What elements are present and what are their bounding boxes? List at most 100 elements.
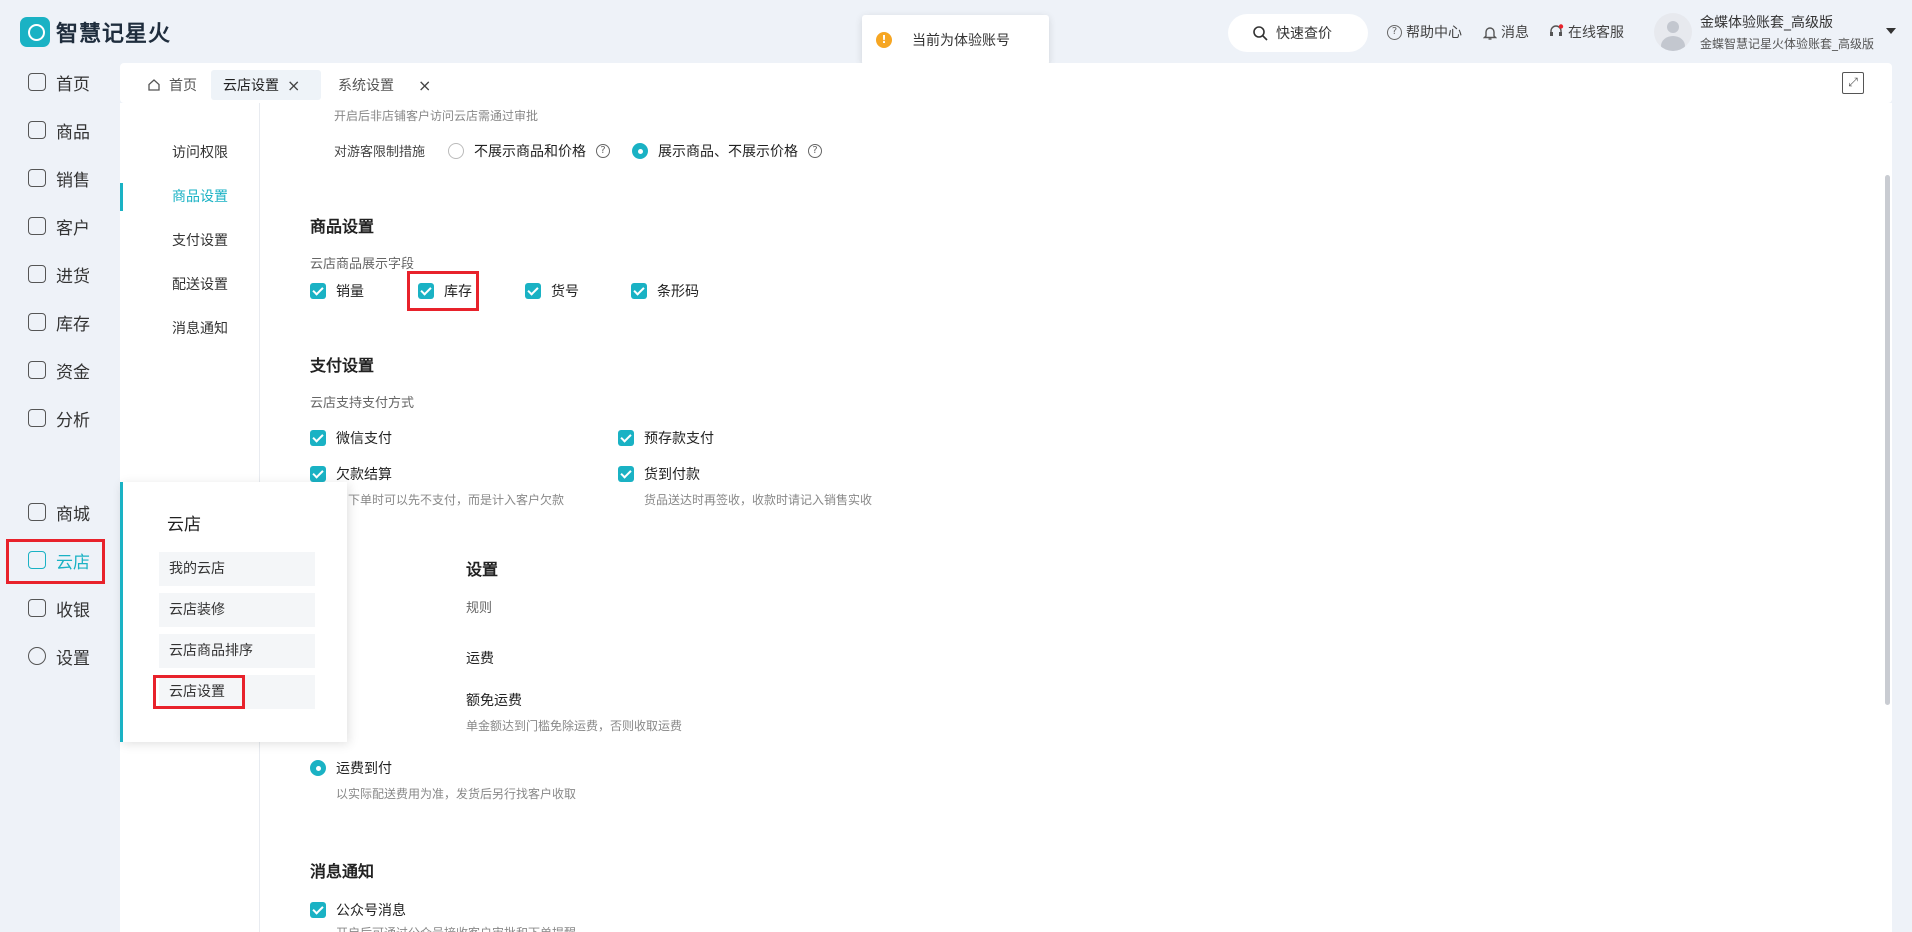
nav-item-home[interactable]: 首页 bbox=[8, 62, 104, 102]
tab-cloud-store-settings[interactable]: 云店设置 × bbox=[211, 70, 321, 100]
option-label: 条形码 bbox=[657, 284, 699, 300]
tab-label: 系统设置 bbox=[338, 78, 394, 94]
nav-label: 商城 bbox=[56, 504, 90, 525]
subnav-item-payment[interactable]: 支付设置 bbox=[120, 227, 260, 255]
nav-item-cashier[interactable]: 收银 bbox=[8, 588, 104, 628]
nav-label: 收银 bbox=[56, 600, 90, 621]
quick-price-search-button[interactable]: 快速查价 bbox=[1228, 14, 1368, 52]
checkbox[interactable] bbox=[310, 902, 326, 918]
bell-icon bbox=[1483, 26, 1497, 40]
delivery-collect[interactable]: 运费到付 bbox=[310, 758, 392, 778]
scrollbar[interactable] bbox=[1882, 103, 1892, 932]
subnav-item-access[interactable]: 访问权限 bbox=[120, 139, 260, 167]
delivery-threshold[interactable]: 额免运费 bbox=[466, 690, 522, 710]
payment-settings-title: 支付设置 bbox=[310, 356, 375, 375]
checkbox[interactable] bbox=[310, 430, 326, 446]
flyout-item-settings[interactable]: 云店设置 bbox=[159, 675, 315, 709]
access-hint: 开启后非店铺客户访问云店需通过审批 bbox=[334, 109, 539, 123]
nav-item-goods[interactable]: 商品 bbox=[8, 110, 104, 150]
store-icon bbox=[28, 551, 46, 569]
goods-fields-label: 云店商品展示字段 bbox=[310, 257, 415, 272]
help-icon[interactable]: ? bbox=[596, 144, 610, 158]
online-service-link[interactable]: 在线客服 bbox=[1548, 22, 1624, 42]
subnav-item-delivery[interactable]: 配送设置 bbox=[120, 271, 260, 299]
nav-label: 销售 bbox=[56, 170, 90, 191]
guest-option-show[interactable]: 展示商品、不展示价格 ? bbox=[632, 141, 822, 161]
quick-price-label: 快速查价 bbox=[1276, 26, 1332, 42]
nav-item-analysis[interactable]: 分析 bbox=[8, 398, 104, 438]
nav-item-settings[interactable]: 设置 bbox=[8, 636, 104, 676]
trial-account-toast: ! 当前为体验账号 bbox=[862, 15, 1049, 65]
option-label: 公众号消息 bbox=[336, 903, 406, 919]
delivery-free[interactable]: 运费 bbox=[466, 648, 494, 668]
tab-system-settings[interactable]: 系统设置 × bbox=[326, 70, 443, 100]
flyout-item-decoration[interactable]: 云店装修 bbox=[159, 593, 315, 627]
clipboard-icon bbox=[28, 169, 46, 187]
gear-icon bbox=[28, 647, 46, 665]
guest-option-hide[interactable]: 不展示商品和价格 ? bbox=[448, 141, 610, 161]
logo-icon bbox=[20, 17, 50, 47]
pay-cod[interactable]: 货到付款 bbox=[618, 464, 700, 484]
field-stock[interactable]: 库存 bbox=[418, 281, 472, 301]
field-sales[interactable]: 销量 bbox=[310, 281, 364, 301]
nav-item-sales[interactable]: 销售 bbox=[8, 158, 104, 198]
flyout-item-sorting[interactable]: 云店商品排序 bbox=[159, 634, 315, 668]
warning-icon: ! bbox=[876, 32, 892, 48]
user-menu[interactable]: 金蝶体验账套_高级版 金蝶智慧记星火体验账套_高级版 bbox=[1654, 12, 1897, 52]
nav-item-funds[interactable]: 资金 bbox=[8, 350, 104, 390]
checkbox[interactable] bbox=[618, 430, 634, 446]
cod-hint: 货品送达时再签收，收款时请记入销售实收 bbox=[644, 493, 873, 507]
online-service-label: 在线客服 bbox=[1568, 25, 1624, 41]
subnav-item-notice[interactable]: 消息通知 bbox=[120, 315, 260, 343]
nav-label: 进货 bbox=[56, 266, 90, 287]
checkbox[interactable] bbox=[418, 283, 434, 299]
option-label: 预存款支付 bbox=[644, 431, 714, 447]
cashier-icon bbox=[28, 599, 46, 617]
nav-item-cloud-store[interactable]: 云店 bbox=[8, 540, 104, 580]
messages-link[interactable]: 消息 bbox=[1483, 22, 1529, 42]
help-center-label: 帮助中心 bbox=[1406, 25, 1462, 41]
checkbox[interactable] bbox=[310, 283, 326, 299]
search-icon bbox=[1253, 26, 1268, 41]
settings-panel: 访问权限 商品设置 支付设置 配送设置 消息通知 开启后非店铺客户访问云店需通过… bbox=[120, 103, 1892, 932]
option-label: 微信支付 bbox=[336, 431, 392, 447]
nav-item-mall[interactable]: 商城 bbox=[8, 492, 104, 532]
help-center-link[interactable]: ? 帮助中心 bbox=[1387, 22, 1462, 42]
checkbox[interactable] bbox=[631, 283, 647, 299]
checkbox[interactable] bbox=[310, 466, 326, 482]
help-icon[interactable]: ? bbox=[808, 144, 822, 158]
notice-official-account[interactable]: 公众号消息 bbox=[310, 900, 406, 920]
nav-item-purchase[interactable]: 进货 bbox=[8, 254, 104, 294]
pay-credit[interactable]: 欠款结算 bbox=[310, 464, 392, 484]
option-label: 不展示商品和价格 bbox=[474, 144, 586, 160]
pay-wechat[interactable]: 微信支付 bbox=[310, 428, 392, 448]
scrollbar-thumb[interactable] bbox=[1885, 175, 1890, 705]
checkbox[interactable] bbox=[525, 283, 541, 299]
subnav-item-goods[interactable]: 商品设置 bbox=[120, 183, 260, 211]
app-logo[interactable]: 智慧记星火 bbox=[20, 16, 171, 48]
checkbox[interactable] bbox=[618, 466, 634, 482]
nav-label: 库存 bbox=[56, 314, 90, 335]
nav-item-inventory[interactable]: 库存 bbox=[8, 302, 104, 342]
collect-hint: 以实际配送费用为准，发货后另行找客户收取 bbox=[336, 787, 577, 801]
radio-hide[interactable] bbox=[448, 143, 464, 159]
flyout-item-my-store[interactable]: 我的云店 bbox=[159, 552, 315, 586]
radio-collect[interactable] bbox=[310, 760, 326, 776]
wallet-icon bbox=[28, 361, 46, 379]
notice-settings-title: 消息通知 bbox=[310, 862, 375, 881]
delivery-rule-label: 规则 bbox=[466, 601, 493, 616]
nav-label: 首页 bbox=[56, 74, 90, 95]
radio-show[interactable] bbox=[632, 143, 648, 159]
field-item-no[interactable]: 货号 bbox=[525, 281, 579, 301]
tab-home[interactable]: 首页 bbox=[135, 70, 209, 100]
pay-prepaid[interactable]: 预存款支付 bbox=[618, 428, 714, 448]
fullscreen-icon[interactable]: ⤢ bbox=[1842, 72, 1864, 94]
close-icon[interactable]: × bbox=[418, 76, 431, 95]
nav-label: 云店 bbox=[56, 552, 90, 573]
close-icon[interactable]: × bbox=[287, 76, 300, 95]
nav-item-customers[interactable]: 客户 bbox=[8, 206, 104, 246]
option-label: 运费到付 bbox=[336, 761, 392, 777]
option-label: 展示商品、不展示价格 bbox=[658, 144, 798, 160]
field-barcode[interactable]: 条形码 bbox=[631, 281, 699, 301]
nav-label: 资金 bbox=[56, 362, 90, 383]
